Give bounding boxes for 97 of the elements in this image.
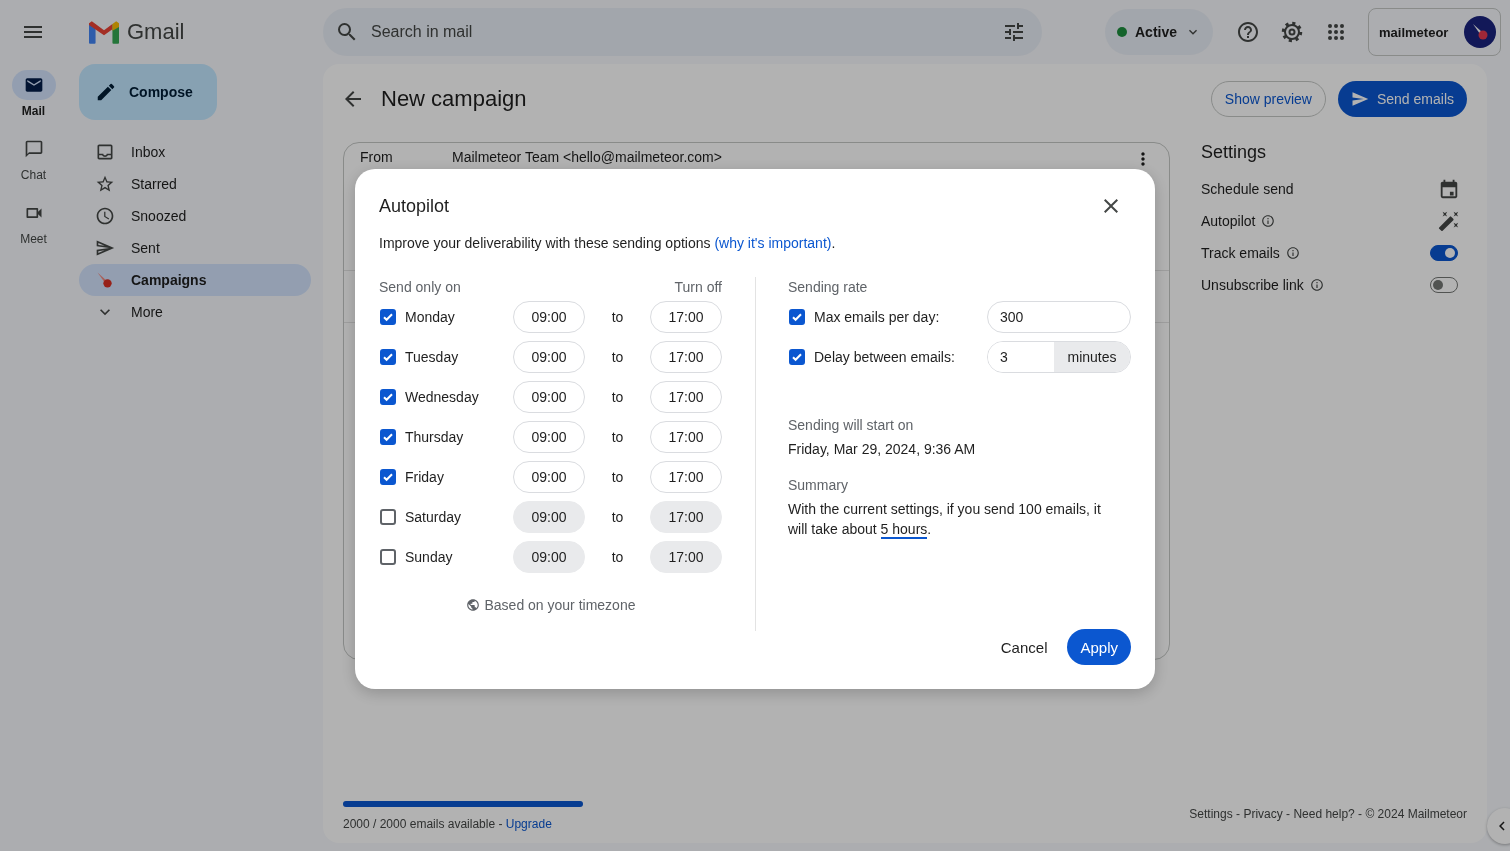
toggle-switch[interactable] [1430,277,1458,293]
separator-text: to [610,429,625,445]
time-field[interactable]: 09:00 [513,341,585,373]
separator-text: to [610,349,625,365]
avatar-icon [1464,16,1497,48]
rail-item[interactable]: Chat [0,134,67,198]
summary-heading: Summary [788,476,849,495]
rail-item[interactable]: Meet [0,198,67,262]
checkbox[interactable] [380,389,396,405]
quota-text: 2000 / 2000 emails available - Upgrade [343,817,552,831]
status-dot-icon [1117,27,1127,37]
timezone-note: Based on your timezone [484,597,636,613]
nav-item[interactable]: Snoozed [79,200,311,232]
dialog-description: Improve your deliverability with these sending options (why it's important). [379,234,837,253]
checkbox[interactable] [789,349,805,365]
magic-wand-icon[interactable] [1438,210,1460,232]
cancel-button[interactable]: Cancel [1000,629,1048,665]
page-title: New campaign [381,86,528,112]
account-button[interactable]: mailmeteor [1368,8,1502,56]
nav-item[interactable]: More [79,296,311,328]
column-heading: Sending rate [788,278,868,297]
day-label: Saturday [405,509,462,525]
column-heading: Turn off [674,278,722,297]
day-label: Sunday [405,549,453,565]
day-label: Tuesday [405,349,459,365]
setting-label: Autopilot [1201,213,1256,229]
time-field[interactable]: 09:00 [513,461,585,493]
from-value: Mailmeteor Team <hello@mailmeteor.com> [452,149,723,165]
time-field[interactable]: 17:00 [650,461,722,493]
day-label: Thursday [405,429,464,445]
start-date: Friday, Mar 29, 2024, 9:36 AM [788,440,977,459]
calendar-icon[interactable] [1438,178,1460,200]
checkbox[interactable] [380,309,396,325]
dialog-title: Autopilot [379,195,450,217]
chat-bubble-icon [23,139,44,159]
pencil-icon [95,81,117,103]
footer-links: Settings - Privacy - Need help? - © 2024 Mailmeteor [1189,806,1467,821]
setting-label: Track emails [1201,245,1280,261]
summary-text: With the current settings, if you send 100 emails, it will take about 5 hours. [788,500,1102,539]
checkbox[interactable] [380,349,396,365]
settings-icon[interactable] [1280,20,1305,44]
nav-item[interactable]: Inbox [79,136,311,168]
rail-item[interactable]: Mail [0,70,67,134]
settings-title: Settings [1201,142,1268,163]
separator-text: to [610,469,625,485]
upgrade-link[interactable]: Upgrade [505,817,552,831]
checkbox[interactable] [789,309,805,325]
rate-label: Max emails per day: [814,309,940,325]
send-button[interactable]: Send emails [1337,81,1467,117]
number-field[interactable]: 300 [987,301,1131,333]
separator-text: to [610,309,625,325]
day-label: Monday [405,309,455,325]
separator-text: to [610,389,625,405]
number-input-group[interactable]: 3 minutes [987,341,1131,373]
help-icon[interactable] [1236,20,1261,44]
time-field[interactable]: 09:00 [513,381,585,413]
nav-item[interactable]: Sent [79,232,311,264]
from-label: From [360,149,394,165]
time-field[interactable]: 09:00 [513,301,585,333]
unit-label: minutes [1054,342,1130,372]
time-field[interactable]: 17:00 [650,301,722,333]
meteor-icon [95,270,115,290]
globe-icon [465,598,480,612]
star-icon [95,174,115,194]
time-field[interactable]: 17:00 [650,381,722,413]
separator-text: to [610,549,625,565]
checkbox[interactable] [380,469,396,485]
nav-item[interactable]: Starred [79,168,311,200]
time-field[interactable]: 09:00 [513,421,585,453]
inbox-icon [95,142,115,162]
rate-label: Delay between emails: [814,349,955,365]
time-field[interactable]: 17:00 [650,341,722,373]
day-label: Wednesday [405,389,479,405]
gmail-logo [89,20,119,44]
app-name: Gmail [127,19,185,45]
column-heading: Send only on [379,278,461,297]
checkbox[interactable] [380,429,396,445]
checkbox[interactable] [380,509,396,525]
paper-plane-icon [95,238,115,258]
start-heading: Sending will start on [788,416,915,435]
time-field[interactable]: 17:00 [650,421,722,453]
search-bar[interactable]: Search in mail [323,8,1042,56]
status-button[interactable]: Active [1105,9,1214,55]
apply-button[interactable]: Apply [1067,629,1131,665]
day-label: Friday [405,469,444,485]
checkbox[interactable] [380,549,396,565]
search-field[interactable]: Search in mail [369,22,992,42]
mail-icon [23,75,44,95]
setting-label: Unsubscribe link [1201,277,1304,293]
toggle-switch[interactable] [1430,245,1458,261]
separator-text: to [610,509,625,525]
compose-button[interactable]: Compose [79,64,217,120]
send-icon [1350,90,1369,108]
setting-label: Schedule send [1201,181,1294,197]
nav-item[interactable]: Campaigns [79,264,311,296]
filter-sliders-icon[interactable] [1002,20,1026,44]
clock-icon [95,206,115,226]
